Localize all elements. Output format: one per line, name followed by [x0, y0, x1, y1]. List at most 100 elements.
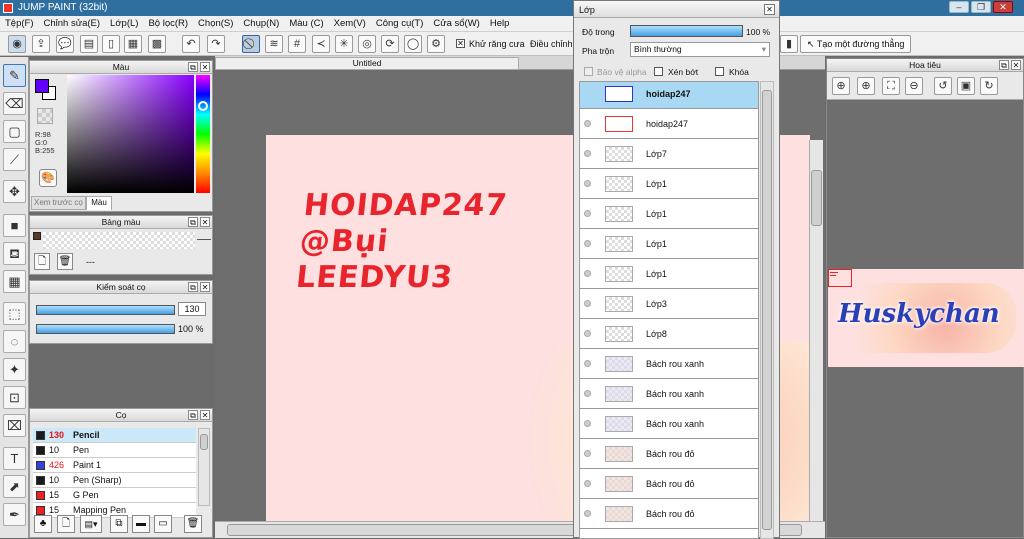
- ruler-option-icon[interactable]: ▮: [780, 35, 798, 53]
- antialias-checkbox[interactable]: ✕: [456, 39, 465, 48]
- eraser-tool-icon[interactable]: ⌫: [3, 92, 26, 115]
- brush-item[interactable]: 10 Pen: [33, 443, 196, 458]
- lasso-tool-icon[interactable]: ◌: [3, 330, 26, 353]
- brush-menu-icon[interactable]: ▤▾: [80, 515, 102, 533]
- fit-window-icon[interactable]: ⛶: [882, 77, 900, 95]
- layer-visibility-icon[interactable]: [584, 270, 591, 277]
- rectangle-select-icon[interactable]: ▢: [3, 120, 26, 143]
- brush-item[interactable]: 10 Pen (Sharp): [33, 473, 196, 488]
- parallel-ruler-icon[interactable]: ≋: [265, 35, 283, 53]
- close-button[interactable]: ✕: [993, 1, 1013, 13]
- panel-float-icon[interactable]: ⧉: [188, 217, 198, 227]
- eyedropper-tool-icon[interactable]: ✒: [3, 503, 26, 526]
- layer-row[interactable]: Bách rou đỏ: [580, 439, 758, 469]
- layer-row[interactable]: hoidap247: [580, 82, 758, 109]
- layer-row[interactable]: Lớp1: [580, 229, 758, 259]
- text-tool-icon[interactable]: T: [3, 447, 26, 470]
- perspective-icon[interactable]: ≺: [312, 35, 330, 53]
- brush-item[interactable]: 426 Paint 1: [33, 458, 196, 473]
- layer-row[interactable]: Bách rou đỏ: [580, 469, 758, 499]
- export-icon[interactable]: ⇪: [32, 35, 50, 53]
- foreground-color-swatch[interactable]: [35, 79, 49, 93]
- brush-opacity-slider[interactable]: [36, 324, 175, 334]
- brush-item[interactable]: 130 Pencil: [33, 428, 196, 443]
- folder-icon[interactable]: ▬: [132, 515, 150, 533]
- panel-close-icon[interactable]: ✕: [200, 217, 210, 227]
- menu-item-5[interactable]: Chụp(N): [238, 16, 284, 31]
- protect-alpha-checkbox[interactable]: [584, 67, 593, 76]
- tab-brush-preview[interactable]: Xem trước cọ: [31, 196, 86, 210]
- brush-item[interactable]: 15 G Pen: [33, 488, 196, 503]
- blend-mode-select[interactable]: Bình thường ▾: [630, 42, 770, 57]
- brush-list-scrollbar[interactable]: [198, 428, 210, 506]
- layer-visibility-icon[interactable]: [584, 150, 591, 157]
- minimize-button[interactable]: –: [949, 1, 969, 13]
- layer-row[interactable]: Bách rou xanh: [580, 349, 758, 379]
- menu-item-9[interactable]: Cửa sổ(W): [428, 16, 484, 31]
- zoom-in-icon[interactable]: ⊕: [857, 77, 875, 95]
- menu-item-7[interactable]: Xem(V): [329, 16, 371, 31]
- page-icon[interactable]: ▯: [102, 35, 120, 53]
- move-tool-icon[interactable]: ✥: [3, 180, 26, 203]
- layer-visibility-icon[interactable]: [584, 210, 591, 217]
- layer-row[interactable]: Lớp1: [580, 199, 758, 229]
- flip-icon[interactable]: ▣: [957, 77, 975, 95]
- new-brush-icon[interactable]: 🗋: [57, 515, 75, 533]
- layer-row[interactable]: Bách rou xanh: [580, 409, 758, 439]
- straight-line-button[interactable]: ↖ Tạo một đường thẳng: [800, 35, 912, 53]
- layer-visibility-icon[interactable]: [584, 330, 591, 337]
- zoom-out-icon[interactable]: ⊖: [905, 77, 923, 95]
- layer-visibility-icon[interactable]: [584, 480, 591, 487]
- open-folder-icon[interactable]: ▭: [154, 515, 172, 533]
- navigator-preview[interactable]: Huskychan: [828, 269, 1024, 367]
- layer-row[interactable]: Lớp8: [580, 319, 758, 349]
- hue-handle[interactable]: [198, 101, 208, 111]
- panel-close-icon[interactable]: ✕: [764, 4, 775, 15]
- tab-color[interactable]: Màu: [86, 196, 112, 210]
- line-tool-icon[interactable]: ⟋: [3, 148, 26, 171]
- redo-icon[interactable]: ↷: [207, 35, 225, 53]
- layer-visibility-icon[interactable]: [584, 360, 591, 367]
- layer-visibility-icon[interactable]: [584, 180, 591, 187]
- select-all-icon[interactable]: ◉: [8, 35, 26, 53]
- select-eraser-icon[interactable]: ⌧: [3, 414, 26, 437]
- layer-list-scrollbar[interactable]: [760, 81, 774, 539]
- fill-rect-icon[interactable]: ■: [3, 214, 26, 237]
- brush-size-slider[interactable]: [36, 305, 175, 315]
- concentric-icon[interactable]: ◎: [358, 35, 376, 53]
- layer-row[interactable]: Lớp7: [580, 139, 758, 169]
- layer-visibility-icon[interactable]: [584, 510, 591, 517]
- panel-close-icon[interactable]: ✕: [200, 62, 210, 72]
- panel-close-icon[interactable]: ✕: [200, 410, 210, 420]
- menu-item-1[interactable]: Chỉnh sửa(E): [39, 16, 106, 31]
- zoom-fit-icon[interactable]: ⊕: [832, 77, 850, 95]
- curve-ruler-icon[interactable]: ⟳: [381, 35, 399, 53]
- menu-item-4[interactable]: Chọn(S): [193, 16, 238, 31]
- panel-close-icon[interactable]: ✕: [1011, 60, 1021, 70]
- layer-row[interactable]: Bách rou xanh: [580, 379, 758, 409]
- layer-visibility-icon[interactable]: [584, 450, 591, 457]
- panel-close-icon[interactable]: ✕: [200, 282, 210, 292]
- speech-bubble-icon[interactable]: 💬: [56, 35, 74, 53]
- brush-tool-icon[interactable]: ✎: [3, 64, 26, 87]
- layer-visibility-icon[interactable]: [584, 120, 591, 127]
- layer-visibility-icon[interactable]: [584, 390, 591, 397]
- menu-item-8[interactable]: Công cụ(T): [371, 16, 429, 31]
- layer-visibility-icon[interactable]: [584, 240, 591, 247]
- select-pen-icon[interactable]: ⊡: [3, 386, 26, 409]
- panel-float-icon[interactable]: ⧉: [188, 410, 198, 420]
- tab-untitled[interactable]: Untitled: [215, 57, 519, 70]
- clip-checkbox[interactable]: [654, 67, 663, 76]
- layer-row[interactable]: Lớp3: [580, 289, 758, 319]
- grid-tools-icon[interactable]: ▩: [148, 35, 166, 53]
- ellipse-ruler-icon[interactable]: ◯: [404, 35, 422, 53]
- layer-row[interactable]: hoidap247: [580, 109, 758, 139]
- menu-item-6[interactable]: Màu (C): [284, 16, 328, 31]
- undo-icon[interactable]: ↶: [182, 35, 200, 53]
- menu-item-0[interactable]: Tệp(F): [0, 16, 39, 31]
- swatch-brown[interactable]: [33, 232, 41, 240]
- layer-row[interactable]: Lớp1: [580, 259, 758, 289]
- panel-float-icon[interactable]: ⧉: [188, 282, 198, 292]
- no-ruler-icon[interactable]: ⃠: [242, 35, 260, 53]
- brush-copy-icon[interactable]: ⧉: [110, 515, 128, 533]
